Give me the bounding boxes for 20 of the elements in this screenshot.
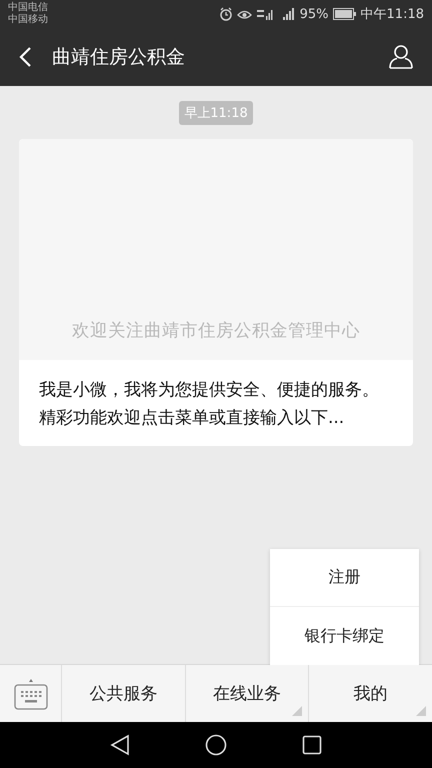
- battery-percent: 95%: [300, 6, 329, 22]
- menu-item[interactable]: 银行卡绑定: [270, 607, 419, 665]
- message-time: 早上11:18: [179, 101, 253, 125]
- person-icon[interactable]: [388, 44, 414, 70]
- eye-icon: [236, 8, 252, 20]
- article-title: 欢迎关注曲靖市住房公积金管理中心: [72, 320, 360, 342]
- clock: 中午11:18: [360, 6, 424, 23]
- signal-icon: [256, 7, 274, 21]
- menu-item[interactable]: 注册: [270, 549, 419, 607]
- recents-icon[interactable]: [302, 735, 322, 755]
- carrier-name: 中国电信: [8, 2, 48, 14]
- alarm-icon: [218, 7, 233, 21]
- article-card[interactable]: 欢迎关注曲靖市住房公积金管理中心 我是小微，我将为您提供安全、便捷的服务。精彩功能欢迎点击菜单或直接输入以下...: [19, 139, 413, 446]
- battery-icon: [332, 8, 357, 20]
- home-icon[interactable]: [205, 734, 227, 756]
- carrier-name: 中国移动: [8, 14, 48, 26]
- article-summary: 我是小微，我将为您提供安全、便捷的服务。精彩功能欢迎点击菜单或直接输入以下...: [38, 379, 380, 430]
- back-icon[interactable]: [110, 734, 130, 756]
- keyboard-icon: [14, 676, 48, 710]
- chat-title: 曲靖住房公积金: [52, 45, 186, 70]
